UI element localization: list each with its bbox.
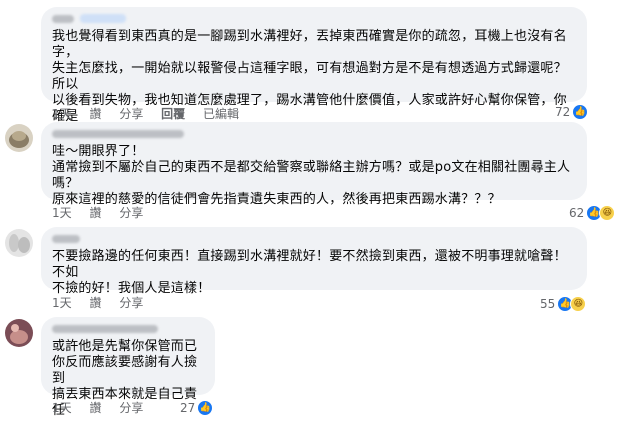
- author-name-redacted: [52, 15, 74, 23]
- comment-time[interactable]: 1天: [52, 206, 72, 220]
- reaction-count: 55: [540, 297, 556, 311]
- like-button[interactable]: 讚: [89, 401, 101, 415]
- comment-actions: 1天 讚 分享: [52, 296, 157, 310]
- reaction-summary[interactable]: 27 👍: [180, 400, 214, 416]
- reaction-summary[interactable]: 55 👍 😆: [540, 296, 587, 312]
- comment-author[interactable]: [52, 129, 576, 140]
- comment-author[interactable]: [52, 14, 576, 25]
- like-icon: 👍: [572, 104, 589, 120]
- like-icon: 👍: [197, 400, 214, 416]
- comment-bubble: 不要撿路邊的任何東西！直接踢到水溝裡就好！要不然撿到東西，還被不明事理就嗆聲！不…: [41, 227, 587, 296]
- comment-actions: 1天 讚 分享 回覆 已編輯: [52, 107, 253, 121]
- share-button[interactable]: 分享: [119, 107, 143, 121]
- comment-text: 不要撿路邊的任何東西！直接踢到水溝裡就好！要不然撿到東西，還被不明事理就嗆聲！不…: [52, 249, 567, 296]
- avatar[interactable]: [5, 124, 33, 152]
- comment-bubble: 哇～開眼界了！ 通常撿到不屬於自己的東西不是都交給警察或聯絡主辦方嗎？或是po文…: [41, 122, 587, 207]
- reaction-count: 72: [555, 105, 571, 119]
- comment-time[interactable]: 1天: [52, 296, 72, 310]
- author-name-redacted: [52, 235, 80, 243]
- like-button[interactable]: 讚: [89, 107, 101, 121]
- comment-author[interactable]: [52, 324, 204, 335]
- author-name-redacted: [52, 325, 158, 333]
- comment-bubble: 或許他是先幫你保管而已 你反而應該要感謝有人撿到 搞丟東西本來就是自己責任: [41, 317, 215, 418]
- reaction-summary[interactable]: 72 👍: [555, 104, 589, 120]
- like-button[interactable]: 讚: [89, 206, 101, 220]
- author-badge-redacted: [80, 14, 126, 23]
- reaction-count: 27: [180, 401, 196, 415]
- reply-button[interactable]: 回覆: [161, 107, 185, 121]
- avatar[interactable]: [5, 319, 33, 347]
- comment-time[interactable]: 1天: [52, 401, 72, 415]
- comment-bubble: 我也覺得看到東西真的是一腳踢到水溝裡好，丟掉東西確實是你的疏忽，耳機上也沒有名字…: [41, 7, 587, 140]
- edited-label: 已編輯: [203, 107, 240, 121]
- comment-author[interactable]: [52, 234, 576, 245]
- comment-actions: 1天 讚 分享: [52, 206, 157, 220]
- like-button[interactable]: 讚: [89, 296, 101, 310]
- haha-icon: 😆: [570, 296, 587, 312]
- author-name-redacted: [52, 130, 184, 138]
- reaction-summary[interactable]: 62 👍 😆: [569, 205, 616, 221]
- avatar[interactable]: [5, 229, 33, 257]
- comment-actions: 1天 讚 分享: [52, 401, 157, 415]
- comment-time[interactable]: 1天: [52, 107, 72, 121]
- haha-icon: 😆: [599, 205, 616, 221]
- share-button[interactable]: 分享: [119, 401, 143, 415]
- share-button[interactable]: 分享: [119, 296, 143, 310]
- reaction-count: 62: [569, 206, 585, 220]
- share-button[interactable]: 分享: [119, 206, 143, 220]
- comment-text: 哇～開眼界了！ 通常撿到不屬於自己的東西不是都交給警察或聯絡主辦方嗎？或是po文…: [52, 144, 571, 207]
